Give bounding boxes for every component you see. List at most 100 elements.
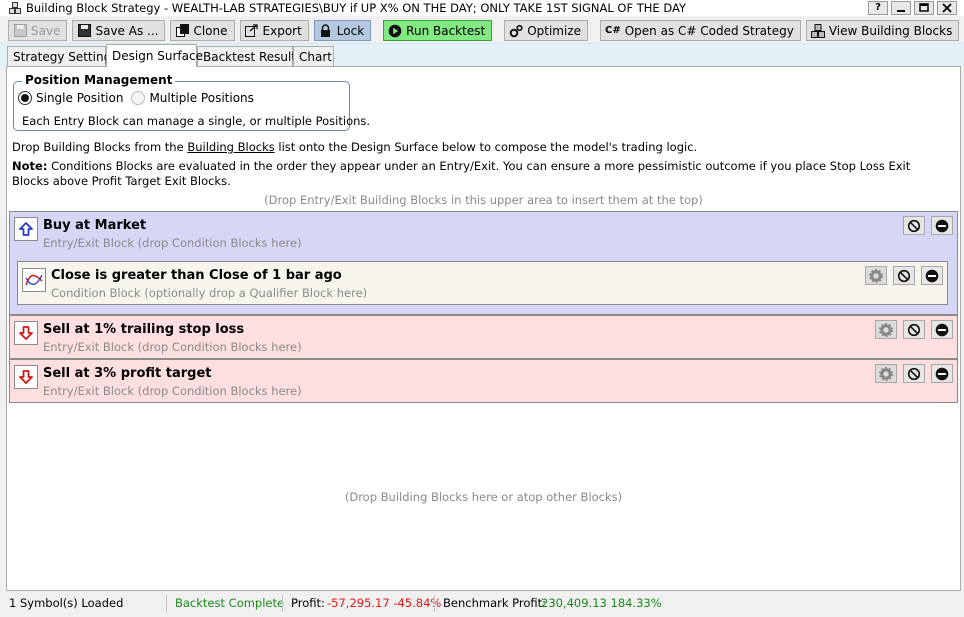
building-blocks-icon bbox=[9, 1, 22, 15]
crossover-chart-icon bbox=[22, 268, 46, 292]
condition-block-subtitle: Condition Block (optionally drop a Quali… bbox=[51, 286, 368, 300]
exit-block-subtitle: Entry/Exit Block (drop Condition Blocks … bbox=[43, 340, 302, 354]
building-blocks-link[interactable]: Building Blocks bbox=[187, 140, 274, 154]
design-surface-panel: Position Management Single Position Mult… bbox=[6, 66, 961, 591]
clone-button[interactable]: Clone bbox=[170, 20, 235, 41]
condition-block-title: Close is greater than Close of 1 bar ago bbox=[51, 268, 342, 283]
open-csharp-button[interactable]: C# Open as C# Coded Strategy bbox=[600, 20, 801, 41]
position-management-title: Position Management bbox=[22, 73, 176, 87]
exit-block-title: Sell at 1% trailing stop loss bbox=[43, 322, 245, 337]
play-icon bbox=[388, 24, 402, 38]
tab-chart[interactable]: Chart bbox=[293, 46, 334, 67]
status-separator bbox=[434, 595, 435, 612]
close-icon bbox=[942, 3, 952, 13]
note-text: Conditions Blocks are evaluated in the o… bbox=[12, 159, 911, 188]
save-button[interactable]: Save bbox=[8, 20, 68, 41]
view-building-blocks-button-label: View Building Blocks bbox=[828, 23, 953, 38]
close-button[interactable] bbox=[937, 1, 957, 15]
entry-block-title: Buy at Market bbox=[43, 218, 147, 233]
single-position-radio[interactable] bbox=[18, 91, 32, 105]
position-management-group: Position Management Single Position Mult… bbox=[13, 73, 370, 131]
export-button-label: Export bbox=[262, 23, 302, 38]
lock-button[interactable]: Lock bbox=[313, 20, 372, 41]
window-controls: ? bbox=[868, 1, 957, 15]
disable-icon bbox=[907, 323, 921, 336]
run-backtest-button[interactable]: Run Backtest bbox=[383, 20, 493, 41]
intro-text-before: Drop Building Blocks from the bbox=[12, 140, 188, 154]
view-building-blocks-button[interactable]: View Building Blocks bbox=[805, 20, 960, 41]
tab-design-surface[interactable]: Design Surface bbox=[106, 44, 203, 67]
gears-icon bbox=[509, 24, 523, 38]
run-backtest-button-label: Run Backtest bbox=[406, 23, 486, 38]
save-as-icon bbox=[77, 24, 91, 38]
disable-block-button[interactable] bbox=[903, 364, 925, 383]
block-settings-button[interactable] bbox=[865, 266, 887, 285]
top-drop-zone-hint[interactable]: (Drop Entry/Exit Building Blocks in this… bbox=[7, 193, 960, 207]
save-as-button-label: Save As ... bbox=[95, 23, 159, 38]
lock-button-label: Lock bbox=[336, 23, 365, 38]
block-settings-button[interactable] bbox=[875, 320, 897, 339]
remove-icon bbox=[935, 219, 949, 232]
disable-block-button[interactable] bbox=[903, 320, 925, 339]
disable-block-button[interactable] bbox=[893, 266, 915, 285]
status-separator bbox=[166, 595, 167, 612]
gear-icon bbox=[869, 268, 883, 283]
remove-block-button[interactable] bbox=[931, 320, 953, 339]
bottom-drop-zone-hint[interactable]: (Drop Building Blocks here or atop other… bbox=[7, 490, 960, 504]
open-csharp-button-label: Open as C# Coded Strategy bbox=[624, 23, 794, 38]
position-management-description: Each Entry Block can manage a single, or… bbox=[22, 114, 371, 128]
optimize-button[interactable]: Optimize bbox=[504, 20, 588, 41]
position-mode-options: Single Position Multiple Positions bbox=[18, 91, 262, 105]
remove-icon bbox=[925, 269, 939, 282]
block-settings-button[interactable] bbox=[875, 364, 897, 383]
maximize-button[interactable] bbox=[914, 1, 934, 15]
exit-block-profit-target[interactable]: Sell at 3% profit target Entry/Exit Bloc… bbox=[9, 359, 958, 403]
tab-strategy-settings[interactable]: Strategy Settings bbox=[7, 46, 117, 67]
design-intro-text: Drop Building Blocks from the Building B… bbox=[12, 140, 942, 155]
clone-button-label: Clone bbox=[193, 23, 228, 38]
benchmark-profit-value: 230,409.13 184.33% bbox=[541, 596, 662, 610]
tab-strip: Strategy Settings Design Surface Backtes… bbox=[0, 43, 964, 67]
building-blocks-icon bbox=[810, 23, 825, 38]
tab-backtest-results[interactable]: Backtest Results bbox=[197, 46, 302, 67]
up-arrow-icon bbox=[14, 217, 38, 241]
exit-block-title: Sell at 3% profit target bbox=[43, 366, 212, 381]
gear-icon bbox=[879, 366, 893, 381]
window-title: Building Block Strategy - WEALTH-LAB STR… bbox=[26, 1, 687, 15]
help-button[interactable]: ? bbox=[868, 1, 888, 15]
benchmark-profit-label: Benchmark Profit: bbox=[443, 596, 547, 610]
entry-block-subtitle: Entry/Exit Block (drop Condition Blocks … bbox=[43, 236, 302, 250]
csharp-icon: C# bbox=[605, 25, 621, 36]
optimize-button-label: Optimize bbox=[527, 23, 581, 38]
exit-block-trailing-stop[interactable]: Sell at 1% trailing stop loss Entry/Exit… bbox=[9, 315, 958, 359]
save-button-label: Save bbox=[31, 23, 61, 38]
export-icon bbox=[245, 24, 259, 38]
disable-icon bbox=[897, 269, 911, 282]
multiple-positions-radio[interactable] bbox=[131, 91, 146, 105]
minimize-button[interactable] bbox=[891, 1, 911, 15]
single-position-label[interactable]: Single Position bbox=[36, 91, 123, 105]
intro-text-after: list onto the Design Surface below to co… bbox=[274, 140, 698, 154]
symbols-loaded-status: 1 Symbol(s) Loaded bbox=[9, 596, 124, 610]
note-label: Note: bbox=[12, 159, 48, 173]
clone-icon bbox=[175, 24, 189, 38]
profit-label: Profit: bbox=[291, 596, 325, 610]
exit-block-subtitle: Entry/Exit Block (drop Condition Blocks … bbox=[43, 384, 302, 398]
lock-icon bbox=[319, 24, 333, 38]
remove-block-button[interactable] bbox=[921, 266, 943, 285]
disable-icon bbox=[907, 219, 921, 232]
save-as-button[interactable]: Save As ... bbox=[72, 20, 166, 41]
disable-block-button[interactable] bbox=[903, 216, 925, 235]
remove-block-button[interactable] bbox=[931, 216, 953, 235]
multiple-positions-label[interactable]: Multiple Positions bbox=[149, 91, 253, 105]
condition-block-close-greater[interactable]: Close is greater than Close of 1 bar ago… bbox=[17, 261, 948, 305]
toolbar: Save Save As ... Clone Export Lock Run B… bbox=[0, 18, 964, 43]
export-button[interactable]: Export bbox=[239, 20, 309, 41]
remove-block-button[interactable] bbox=[931, 364, 953, 383]
design-note: Note: Conditions Blocks are evaluated in… bbox=[12, 159, 947, 189]
remove-icon bbox=[935, 323, 949, 336]
backtest-status: Backtest Complete bbox=[175, 596, 285, 610]
maximize-icon bbox=[919, 3, 929, 12]
down-arrow-icon bbox=[14, 321, 38, 345]
save-icon bbox=[13, 24, 27, 38]
